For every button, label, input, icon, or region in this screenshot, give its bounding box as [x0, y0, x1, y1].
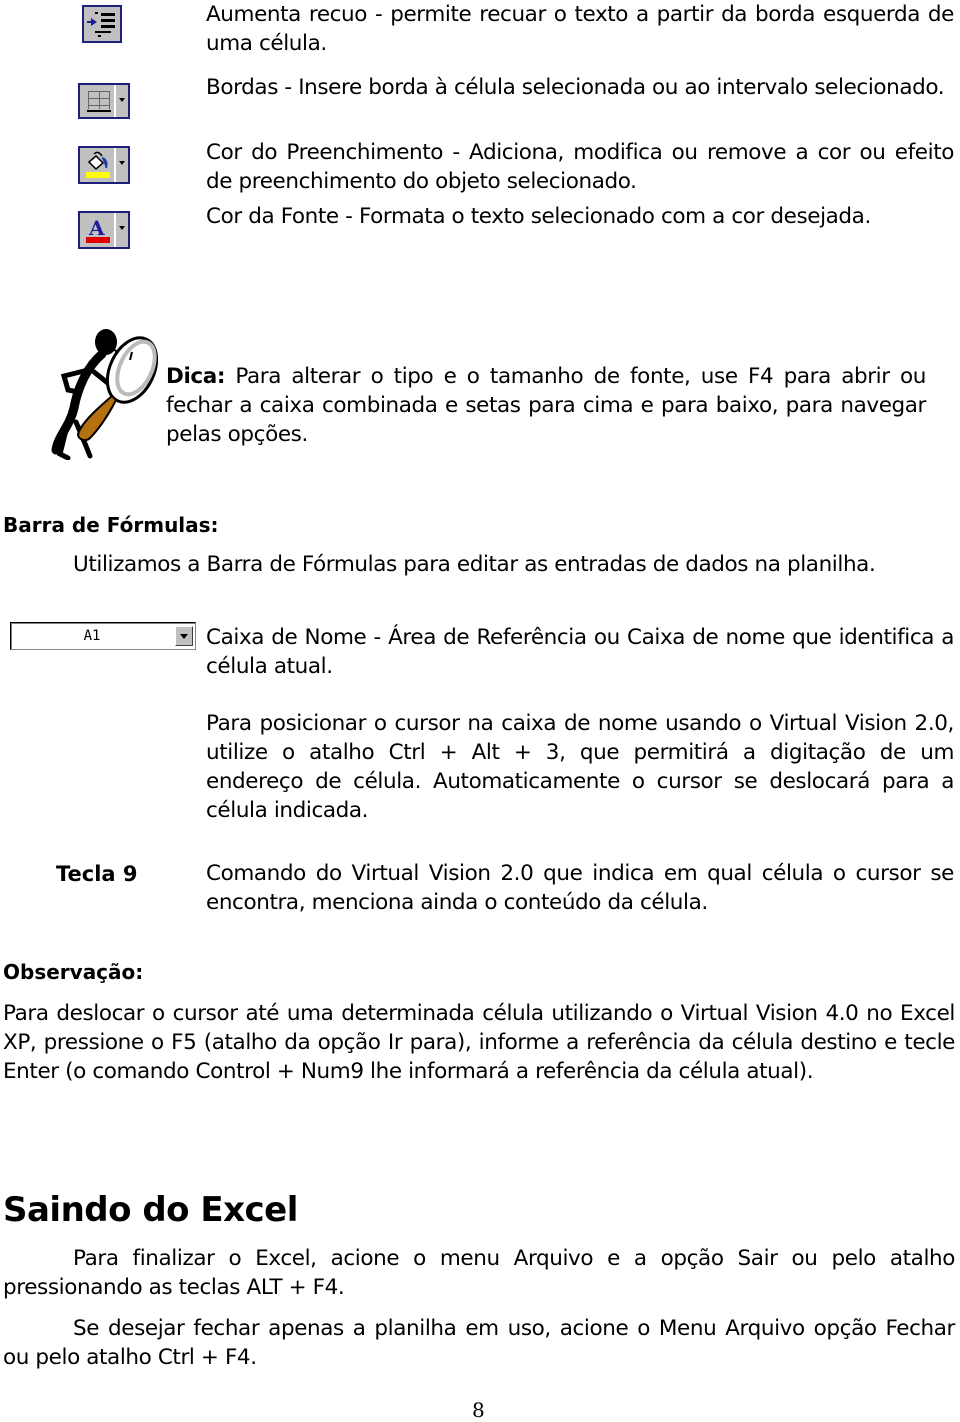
- font-color-button: A: [78, 211, 130, 249]
- exit-paragraph-1: Para finalizar o Excel, acione o menu Ar…: [3, 1246, 955, 1300]
- font-color-description: Cor da Fonte - Formata o texto seleciona…: [206, 204, 871, 229]
- name-box-dropdown-arrow: [175, 626, 193, 646]
- font-color-icon: A: [86, 216, 110, 243]
- fill-color-dropdown-arrow: [114, 148, 128, 182]
- key-description: Comando do Virtual Vision 2.0 que indica…: [206, 861, 954, 915]
- formula-bar-heading: Barra de Fórmulas:: [3, 513, 219, 537]
- font-color-dropdown-arrow: [114, 213, 128, 247]
- key-label: Tecla 9: [56, 862, 138, 886]
- svg-text:A: A: [88, 216, 105, 240]
- page-number: 8: [472, 1398, 485, 1422]
- exit-paragraph-2: Se desejar fechar apenas a planilha em u…: [3, 1316, 955, 1370]
- observation-text: Para deslocar o cursor até uma determina…: [3, 1001, 955, 1084]
- exit-section-heading: Saindo do Excel: [3, 1190, 298, 1230]
- observation-heading: Observação:: [3, 960, 144, 984]
- formula-bar-intro: Utilizamos a Barra de Fórmulas para edit…: [73, 552, 876, 577]
- name-box-tip: Para posicionar o cursor na caixa de nom…: [206, 711, 954, 823]
- borders-icon: [87, 91, 111, 112]
- magnifier-figure-icon: [51, 329, 158, 460]
- borders-button: [78, 83, 130, 119]
- fill-color-description: Cor do Preenchimento - Adiciona, modific…: [206, 140, 954, 194]
- fill-color-button: [78, 146, 130, 184]
- name-box: A1: [10, 622, 196, 650]
- borders-description: Bordas - Insere borda à célula seleciona…: [206, 75, 945, 100]
- increase-indent-icon: [87, 12, 115, 37]
- name-box-value: A1: [83, 628, 101, 644]
- name-box-description: Caixa de Nome - Área de Referência ou Ca…: [206, 625, 954, 679]
- borders-dropdown-arrow: [114, 85, 128, 117]
- tip-text: Para alterar o tipo e o tamanho de fonte…: [166, 364, 926, 447]
- increase-indent-description: Aumenta recuo - permite recuar o texto a…: [206, 2, 954, 56]
- tip-label: Dica:: [166, 364, 226, 389]
- tip-paragraph: Dica: Para alterar o tipo e o tamanho de…: [166, 362, 926, 449]
- fill-color-icon: [86, 151, 110, 178]
- increase-indent-button: [82, 5, 122, 43]
